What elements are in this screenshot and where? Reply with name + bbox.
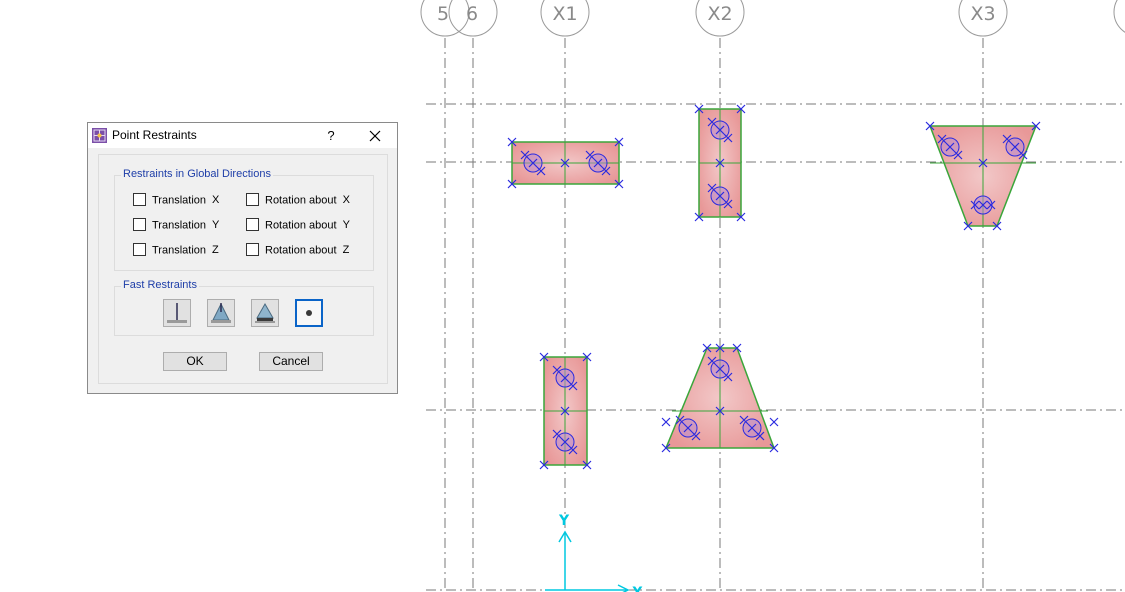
checkbox-rotation-x[interactable]: Rotation about X (246, 193, 350, 210)
checkbox-axis: X (212, 194, 220, 207)
point-restraints-dialog: Point Restraints ? Restraints in Global … (87, 122, 398, 394)
free-joint-button[interactable] (295, 299, 323, 327)
x-axis-label: X (632, 585, 643, 592)
checkbox-axis: Z (212, 244, 219, 257)
restraints-group-label: Restraints in Global Directions (121, 168, 273, 180)
fast-restraints-group: Fast Restraints (114, 279, 374, 336)
app-icon (92, 128, 107, 143)
fixed-support-icon (167, 303, 187, 323)
checkbox-label: Rotation about (265, 244, 337, 257)
close-button[interactable] (360, 126, 390, 146)
dialog-titlebar[interactable]: Point Restraints ? (88, 123, 397, 148)
checkbox-box[interactable] (133, 193, 146, 206)
fixed-support-button[interactable] (163, 299, 191, 327)
pinned-support-button[interactable] (207, 299, 235, 327)
close-icon (369, 130, 381, 142)
roller-support-button[interactable] (251, 299, 279, 327)
grid-bubbles (420, 0, 1125, 37)
checkbox-label: Translation (152, 244, 207, 257)
grid-label-6: 6 (466, 3, 478, 25)
checkbox-translation-y[interactable]: Translation Y (133, 218, 220, 235)
free-joint-icon (306, 310, 312, 316)
grid-label-x1: X1 (552, 3, 577, 25)
checkbox-box[interactable] (133, 218, 146, 231)
checkbox-label: Rotation about (265, 194, 337, 207)
checkbox-box[interactable] (246, 218, 259, 231)
dialog-title: Point Restraints (112, 128, 197, 142)
global-axes (545, 530, 630, 592)
dialog-body: Restraints in Global Directions Translat… (98, 154, 388, 384)
checkbox-axis: Z (342, 244, 350, 257)
checkbox-box[interactable] (133, 243, 146, 256)
pinned-support-icon (211, 302, 231, 323)
checkbox-label: Translation (152, 194, 207, 207)
grid-label-x2: X2 (707, 3, 732, 25)
restraints-group: Restraints in Global Directions Translat… (114, 168, 374, 271)
y-axis-label: Y (558, 513, 570, 529)
checkbox-translation-z[interactable]: Translation Z (133, 243, 219, 260)
joint-marker[interactable] (661, 417, 671, 427)
fast-restraints-group-label: Fast Restraints (121, 279, 199, 291)
checkbox-translation-x[interactable]: Translation X (133, 193, 220, 210)
ok-button[interactable]: OK (163, 352, 227, 371)
checkbox-axis: Y (342, 219, 350, 232)
grid-lines (426, 38, 1125, 592)
help-button[interactable]: ? (320, 126, 342, 146)
checkbox-label: Rotation about (265, 219, 337, 232)
checkbox-rotation-y[interactable]: Rotation about Y (246, 218, 350, 235)
checkbox-rotation-z[interactable]: Rotation about Z (246, 243, 350, 260)
grid-label-5: 5 (437, 3, 449, 25)
roller-support-icon (255, 302, 275, 323)
grid-label-x3: X3 (970, 3, 995, 25)
cancel-button[interactable]: Cancel (259, 352, 323, 371)
checkbox-axis: X (342, 194, 350, 207)
grid-bubble-partial[interactable] (1113, 0, 1125, 36)
checkbox-label: Translation (152, 219, 207, 232)
checkbox-box[interactable] (246, 193, 259, 206)
checkbox-box[interactable] (246, 243, 259, 256)
checkbox-axis: Y (212, 219, 220, 232)
joint-marker[interactable] (769, 417, 779, 427)
